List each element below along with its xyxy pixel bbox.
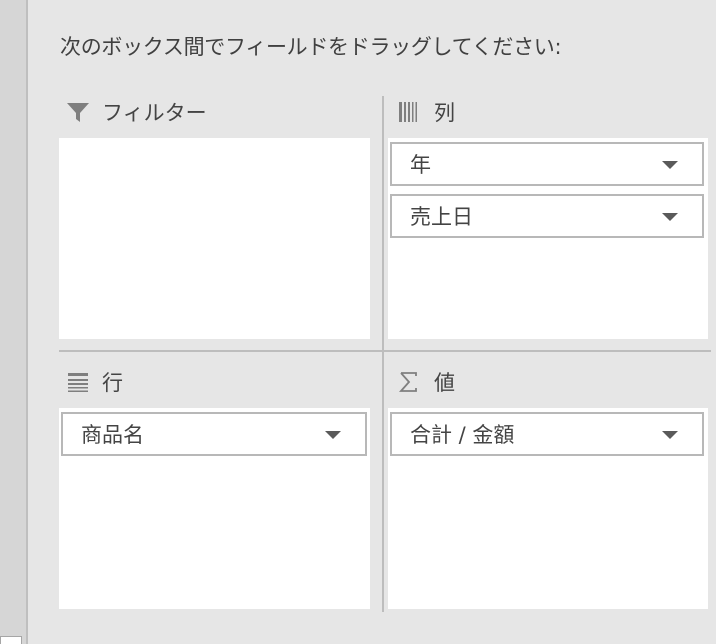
columns-area-title: 列 [434, 101, 455, 125]
columns-area-header: 列 [398, 96, 455, 128]
columns-icon [398, 100, 424, 124]
chevron-down-icon[interactable] [325, 431, 341, 439]
rows-area-header: 行 [66, 366, 123, 398]
field-chip-year[interactable]: 年 [390, 142, 704, 186]
filter-icon [66, 100, 92, 124]
left-pane-scroll-nub[interactable] [0, 636, 22, 644]
left-pane-edge [0, 0, 28, 644]
field-chip-sales-date[interactable]: 売上日 [390, 194, 704, 238]
values-area-title: 値 [434, 371, 455, 395]
rows-area-title: 行 [102, 371, 123, 395]
area-divider-vertical [382, 96, 384, 612]
chevron-down-icon[interactable] [662, 161, 678, 169]
filter-drop-zone[interactable] [59, 138, 370, 339]
area-divider-horizontal [59, 350, 711, 352]
chevron-down-icon[interactable] [662, 213, 678, 221]
field-chip-sum-amount[interactable]: 合計 / 金額 [390, 412, 704, 456]
drag-instruction-text: 次のボックス間でフィールドをドラッグしてください: [60, 35, 562, 59]
filter-area-title: フィルター [102, 101, 207, 125]
values-drop-zone[interactable]: 合計 / 金額 [388, 408, 708, 609]
sigma-icon [398, 370, 424, 394]
field-label: 売上日 [410, 205, 473, 229]
field-label: 商品名 [81, 423, 144, 447]
field-label: 合計 / 金額 [410, 423, 515, 447]
field-label: 年 [410, 153, 431, 177]
field-chip-product-name[interactable]: 商品名 [61, 412, 367, 456]
columns-drop-zone[interactable]: 年 売上日 [388, 138, 708, 339]
chevron-down-icon[interactable] [662, 431, 678, 439]
rows-drop-zone[interactable]: 商品名 [59, 408, 370, 609]
rows-icon [66, 371, 92, 393]
values-area-header: 値 [398, 366, 455, 398]
filter-area-header: フィルター [66, 96, 207, 128]
